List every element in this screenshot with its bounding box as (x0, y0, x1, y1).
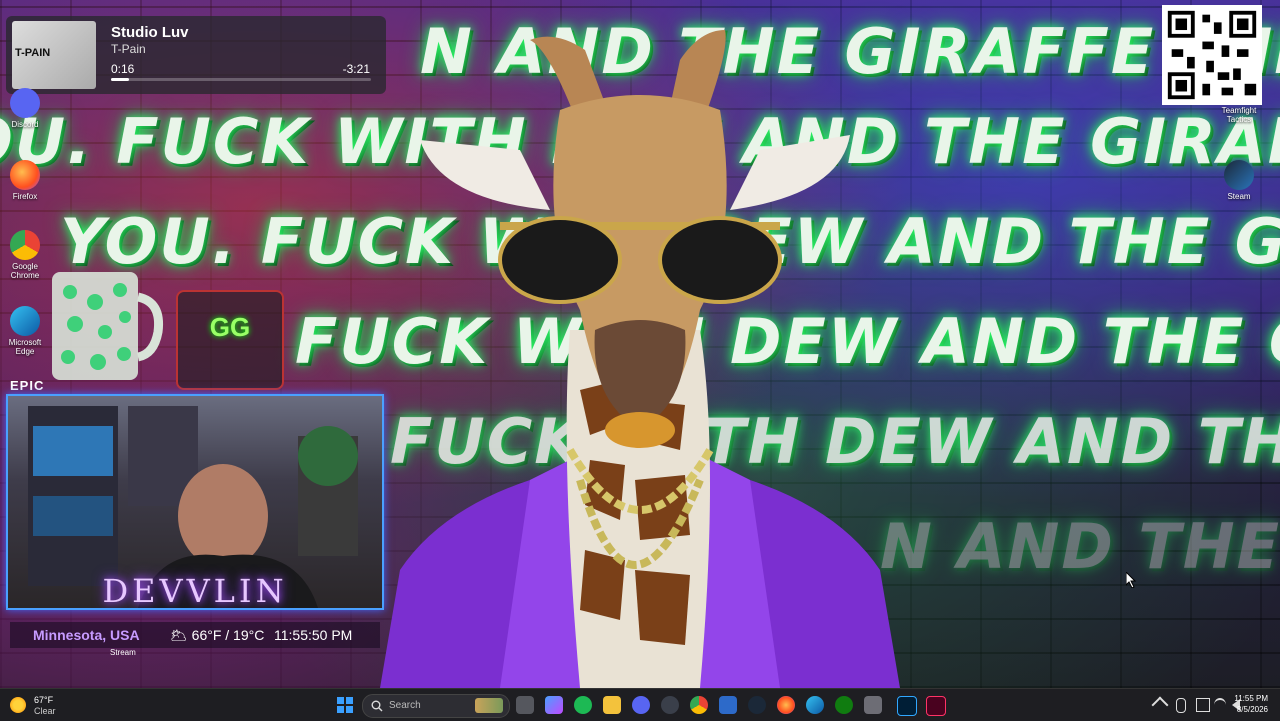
qr-code (1162, 5, 1262, 105)
steam-taskbar-icon[interactable] (748, 696, 766, 714)
weather-overlay: Minnesota, USA 🌥 66°F / 19°C 11:55:50 PM (10, 622, 380, 648)
clover-mug-image (52, 272, 164, 380)
desktop-icon-discord[interactable]: Discord (0, 88, 50, 129)
album-art: T-PAIN (12, 21, 96, 89)
epic-games-label: EPIC (10, 378, 45, 393)
weather-time: 11:55:50 PM (274, 627, 353, 643)
taskbar-weather-condition: Clear (34, 706, 56, 716)
weather-temperature: 🌥 66°F / 19°C (170, 627, 265, 643)
song-title: Studio Luv (111, 24, 189, 41)
spotify-icon[interactable] (574, 696, 592, 714)
chrome-taskbar-icon[interactable] (690, 696, 708, 714)
clock-time: 11:55 PM (1234, 694, 1268, 703)
microphone-icon[interactable] (1176, 698, 1186, 713)
desktop-icon-label: Steam (1227, 192, 1251, 201)
taskbar-clock[interactable]: 11:55 PM 8/5/2026 (1234, 693, 1268, 715)
desktop-icon-teamfight-tactics[interactable]: Teamfight Tactics (1214, 106, 1264, 124)
playback-progress-fill (111, 78, 130, 81)
firefox-taskbar-icon[interactable] (777, 696, 795, 714)
badge-text: GG (209, 312, 251, 342)
firefox-icon (10, 160, 40, 190)
streamer-name: DEVVLIN (102, 572, 288, 610)
time-elapsed: 0:16 (111, 62, 135, 76)
edge-icon (10, 306, 40, 336)
photoshop-icon[interactable] (897, 696, 917, 716)
media-player-icon[interactable] (864, 696, 882, 714)
network-icon[interactable] (1214, 698, 1226, 712)
playback-progress-bar[interactable] (111, 78, 371, 81)
display-icon[interactable] (1196, 698, 1210, 712)
desktop-icon-label: Teamfight Tactics (1221, 106, 1257, 124)
desktop-icon-firefox[interactable]: Firefox (0, 160, 50, 201)
desktop-icon-label: Google Chrome (10, 262, 40, 280)
album-art-label: T-PAIN (15, 47, 51, 59)
stream-label: Stream (110, 648, 136, 657)
edge-taskbar-icon[interactable] (806, 696, 824, 714)
desktop-icon-label: Discord (11, 120, 39, 129)
file-explorer-icon[interactable] (603, 696, 621, 714)
weather-sun-icon (10, 697, 26, 713)
mouse-cursor-icon (1126, 572, 1137, 588)
search-placeholder: Search (389, 700, 421, 711)
discord-taskbar-icon[interactable] (632, 696, 650, 714)
taskbar-weather-temp: 67°F (34, 695, 54, 705)
wallpaper-graffiti-line: N AND THE GIRA (880, 510, 1280, 583)
weather-location: Minnesota, USA (33, 627, 140, 643)
search-highlight-icon (475, 698, 503, 713)
taskbar: 67°F Clear Search 11:55 PM 8/5/2026 (0, 688, 1280, 721)
chevron-up-icon[interactable] (1151, 696, 1169, 714)
clock-date: 8/5/2026 (1236, 705, 1268, 714)
search-icon (371, 700, 383, 712)
xbox-icon[interactable] (835, 696, 853, 714)
taskbar-weather-widget[interactable]: 67°F Clear (10, 693, 70, 717)
time-remaining: -3:21 (342, 62, 370, 76)
copilot-icon[interactable] (545, 696, 563, 714)
desktop-icon-label: Microsoft Edge (8, 338, 42, 356)
steam-icon (1224, 160, 1254, 190)
webcam-overlay: DEVVLIN (6, 394, 384, 610)
taskbar-search-box[interactable]: Search (362, 694, 510, 718)
gg-badge-image: GG (176, 290, 284, 390)
obs-icon[interactable] (661, 696, 679, 714)
desktop-icon-steam[interactable]: Steam (1214, 160, 1264, 201)
discord-icon (10, 88, 40, 118)
desktop-icon-label: Firefox (12, 192, 38, 201)
store-icon[interactable] (719, 696, 737, 714)
task-view-icon[interactable] (516, 696, 534, 714)
giraffe-illustration (380, 30, 900, 688)
windows-start-icon[interactable] (337, 697, 353, 713)
media-now-playing-widget[interactable]: T-PAIN Studio Luv T-Pain 0:16 -3:21 (6, 16, 386, 94)
chrome-icon (10, 230, 40, 260)
song-artist: T-Pain (111, 42, 146, 56)
indesign-icon[interactable] (926, 696, 946, 716)
